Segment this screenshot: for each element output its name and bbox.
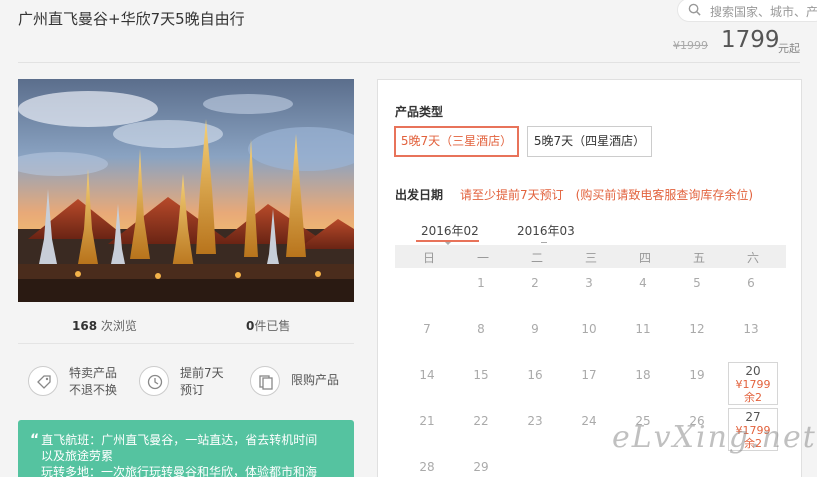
- calendar-day: 29: [473, 460, 489, 474]
- tag-icon: [37, 375, 51, 389]
- weekday-label: 二: [530, 251, 543, 265]
- calendar-day-available[interactable]: 20 ¥1799 余2: [728, 362, 778, 405]
- calendar-day: 8: [477, 322, 485, 336]
- search-box[interactable]: 搜索国家、城市、产: [677, 0, 817, 22]
- day-price: ¥1799: [735, 378, 771, 391]
- option-three-star[interactable]: 5晚7天（三星酒店）: [394, 126, 519, 157]
- page-title: 广州直飞曼谷+华欣7天5晚自由行: [18, 10, 245, 28]
- views-count: 168: [72, 319, 98, 333]
- calendar-day: 18: [635, 368, 651, 382]
- highlight-line: 玩转多地：一次旅行玩转曼谷和华欣，体验都市和海: [41, 465, 318, 477]
- calendar-day: 11: [635, 322, 651, 336]
- calendar-day: 4: [639, 276, 647, 290]
- weekday-label: 日: [422, 251, 435, 265]
- calendar-day: 21: [419, 414, 435, 428]
- weekday-label: 一: [476, 251, 489, 265]
- tab-month-mar[interactable]: 2016年03: [517, 222, 575, 239]
- sold-stat: 0件已售: [246, 317, 290, 334]
- booking-panel: 产品类型 5晚7天（三星酒店） 5晚7天（四星酒店） 出发日期 请至少提前7天预…: [377, 79, 802, 477]
- feature-sublabel: 不退不换: [69, 383, 118, 397]
- tab-month-feb[interactable]: 2016年02: [421, 222, 479, 239]
- day-stock: 余2: [744, 391, 762, 404]
- views-stat: 168 次浏览: [72, 317, 137, 334]
- date-hint: 请至少提前7天预订 (购买前请致电客服查询库存余位): [460, 188, 754, 202]
- watermark-logo: eLvXing.net: [612, 420, 817, 455]
- weekday-label: 三: [584, 251, 597, 265]
- sold-label: 件已售: [254, 319, 291, 333]
- highlight-line: 直飞航班：广州直飞曼谷，一站直达，省去转机时间: [41, 433, 318, 447]
- stats-divider: [18, 343, 354, 344]
- header-divider: [18, 62, 800, 63]
- product-type-label: 产品类型: [395, 105, 444, 119]
- calendar-day: 2: [531, 276, 539, 290]
- tab-marker: [541, 242, 547, 243]
- calendar-day: 6: [747, 276, 755, 290]
- feature-label: 特卖产品: [69, 366, 118, 380]
- calendar-day: 16: [527, 368, 543, 382]
- highlight-line: 以及旅途劳累: [41, 449, 114, 463]
- feature-label: 提前7天: [180, 366, 224, 380]
- calendar-day: 9: [531, 322, 539, 336]
- calendar-day: 1: [477, 276, 485, 290]
- calendar-day: 10: [581, 322, 597, 336]
- price-suffix: 元起: [778, 42, 800, 55]
- calendar-day: 14: [419, 368, 435, 382]
- calendar-day: 13: [743, 322, 759, 336]
- clock-icon: [147, 374, 163, 390]
- original-price: ¥1999: [673, 39, 708, 52]
- search-icon: [688, 3, 701, 16]
- weekday-label: 六: [746, 251, 759, 265]
- feature-label: 限购产品: [291, 373, 340, 387]
- calendar-day: 7: [423, 322, 431, 336]
- day-number: 20: [745, 364, 761, 378]
- calendar-day: 24: [581, 414, 597, 428]
- weekday-label: 五: [692, 251, 705, 265]
- calendar-day: 22: [473, 414, 489, 428]
- weekday-header: 日一二三四五六: [395, 245, 786, 268]
- calendar-day: 17: [581, 368, 597, 382]
- calendar-day: 5: [693, 276, 701, 290]
- option-four-star[interactable]: 5晚7天（四星酒店）: [527, 126, 652, 157]
- calendar-day: 28: [419, 460, 435, 474]
- feature-sublabel: 预订: [180, 383, 205, 397]
- views-label: 次浏览: [100, 319, 137, 333]
- weekday-label: 四: [638, 251, 651, 265]
- calendar-day: 19: [689, 368, 705, 382]
- calendar-day: 23: [527, 414, 543, 428]
- calendar-day: 3: [585, 276, 593, 290]
- quote-icon: “: [30, 432, 40, 448]
- current-price: 1799: [721, 27, 780, 53]
- departure-date-label: 出发日期: [395, 188, 444, 202]
- copy-icon: [259, 375, 273, 390]
- highlights-box: “直飞航班：广州直飞曼谷，一站直达，省去转机时间 以及旅途劳累 玩转多地：一次旅…: [18, 420, 354, 477]
- search-input[interactable]: 搜索国家、城市、产: [710, 3, 817, 20]
- product-photo: [18, 79, 354, 302]
- calendar-day: 15: [473, 368, 489, 382]
- calendar-day: 12: [689, 322, 705, 336]
